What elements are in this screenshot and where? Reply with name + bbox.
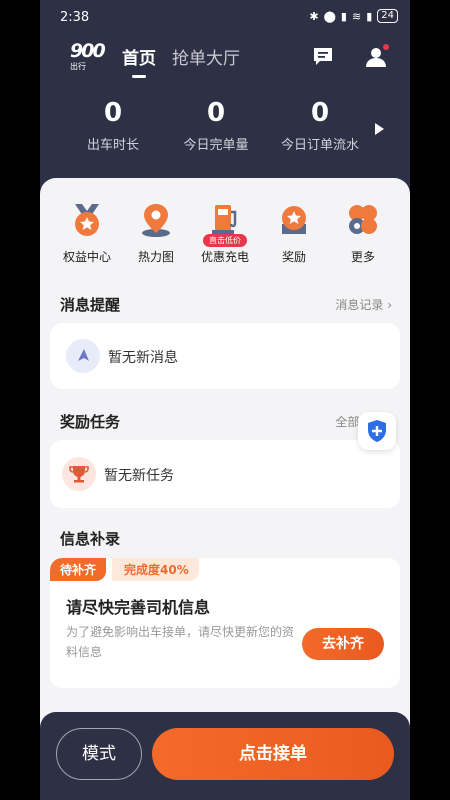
stat-value: 0	[310, 98, 330, 128]
bluetooth-icon: ✱	[309, 9, 319, 23]
accept-order-button[interactable]: 点击接单	[152, 728, 394, 780]
tab-order-hall[interactable]: 抢单大厅	[172, 44, 240, 69]
stat-label: 今日订单流水	[280, 138, 359, 153]
battery-icon: 24	[377, 9, 398, 23]
stat-label: 今日完单量	[183, 138, 249, 153]
app-screen: 2:38 ✱ ⬤ ▮ ≋ ▮ 24 900 出行 首页 抢单大厅 0 出车时长	[40, 0, 410, 800]
tasks-section-title: 奖励任务	[60, 413, 121, 431]
shortcut-badge: 直击低价	[203, 234, 247, 247]
driver-info-card[interactable]: 完成度40% 待补齐 请尽快完善司机信息 为了避免影响出车接单，请尽快更新您的资…	[50, 558, 400, 688]
wifi-icon: ≋	[351, 9, 362, 23]
logo-text: 出行	[70, 62, 86, 71]
medal-icon	[69, 202, 105, 238]
info-card-title: 请尽快完善司机信息	[66, 598, 211, 617]
more-grid-icon	[345, 202, 381, 238]
shortcut-label: 奖励	[281, 250, 306, 264]
location-pin-icon	[138, 202, 174, 238]
shortcut-grid: 权益中心 热力图 直击低价 优惠充电 奖励 更多	[40, 202, 410, 272]
message-card[interactable]: 暂无新消息	[50, 323, 400, 389]
trophy-icon	[62, 457, 96, 491]
completion-tag: 完成度40%	[112, 558, 199, 581]
shortcut-label: 热力图	[137, 250, 174, 264]
alert-icon: ▮	[366, 9, 373, 23]
main-content: 权益中心 热力图 直击低价 优惠充电 奖励 更多 消息提醒 消息记录 › 暂无新…	[40, 178, 410, 738]
shortcut-more[interactable]: 更多	[326, 202, 400, 265]
message-history-link[interactable]: 消息记录 ›	[335, 296, 392, 313]
stat-completed-orders: 0 今日完单量	[161, 98, 271, 153]
shield-icon[interactable]	[358, 412, 396, 450]
info-card-description: 为了避免影响出车接单，请尽快更新您的资料信息	[66, 625, 295, 659]
vibrate-icon: ▮	[340, 9, 347, 23]
task-card[interactable]: 暂无新任务	[50, 440, 400, 508]
logo-number: 900	[70, 40, 106, 62]
megaphone-icon	[66, 339, 100, 373]
status-time: 2:38	[60, 10, 90, 25]
stat-drive-time: 0 出车时长	[58, 98, 168, 153]
message-empty-text: 暂无新消息	[108, 350, 178, 366]
play-arrow-icon[interactable]	[375, 123, 384, 135]
info-section-title: 信息补录	[60, 530, 121, 548]
mode-button[interactable]: 模式	[56, 728, 142, 780]
stat-label: 出车时长	[86, 138, 139, 153]
shortcut-discount-charging[interactable]: 直击低价 优惠充电	[188, 202, 262, 265]
complete-info-button[interactable]: 去补齐	[302, 628, 384, 660]
shortcut-heatmap[interactable]: 热力图	[119, 202, 193, 265]
status-bar: 2:38 ✱ ⬤ ▮ ≋ ▮ 24	[40, 0, 410, 36]
tab-home[interactable]: 首页	[122, 44, 156, 78]
shortcut-label: 权益中心	[62, 250, 111, 264]
shortcut-label: 优惠充电	[200, 250, 249, 264]
status-icons: ✱ ⬤ ▮ ≋ ▮ 24	[309, 9, 398, 23]
message-icon[interactable]	[311, 44, 335, 68]
charging-station-icon: 直击低价	[203, 202, 247, 247]
location-icon: ⬤	[323, 9, 336, 23]
profile-icon[interactable]	[364, 44, 389, 68]
stat-value: 0	[206, 98, 226, 128]
app-logo: 900 出行	[70, 40, 106, 72]
stat-value: 0	[103, 98, 123, 128]
stat-order-revenue: 0 今日订单流水	[265, 98, 375, 153]
task-empty-text: 暂无新任务	[104, 468, 174, 484]
shortcut-benefits-center[interactable]: 权益中心	[50, 202, 124, 265]
shortcut-label: 更多	[350, 250, 375, 264]
shortcut-rewards[interactable]: 奖励	[257, 202, 331, 265]
messages-section-title: 消息提醒	[60, 296, 121, 314]
pending-tag: 待补齐	[50, 558, 107, 581]
reward-badge-icon	[276, 202, 312, 238]
bottom-action-bar: 模式 点击接单	[40, 712, 410, 800]
